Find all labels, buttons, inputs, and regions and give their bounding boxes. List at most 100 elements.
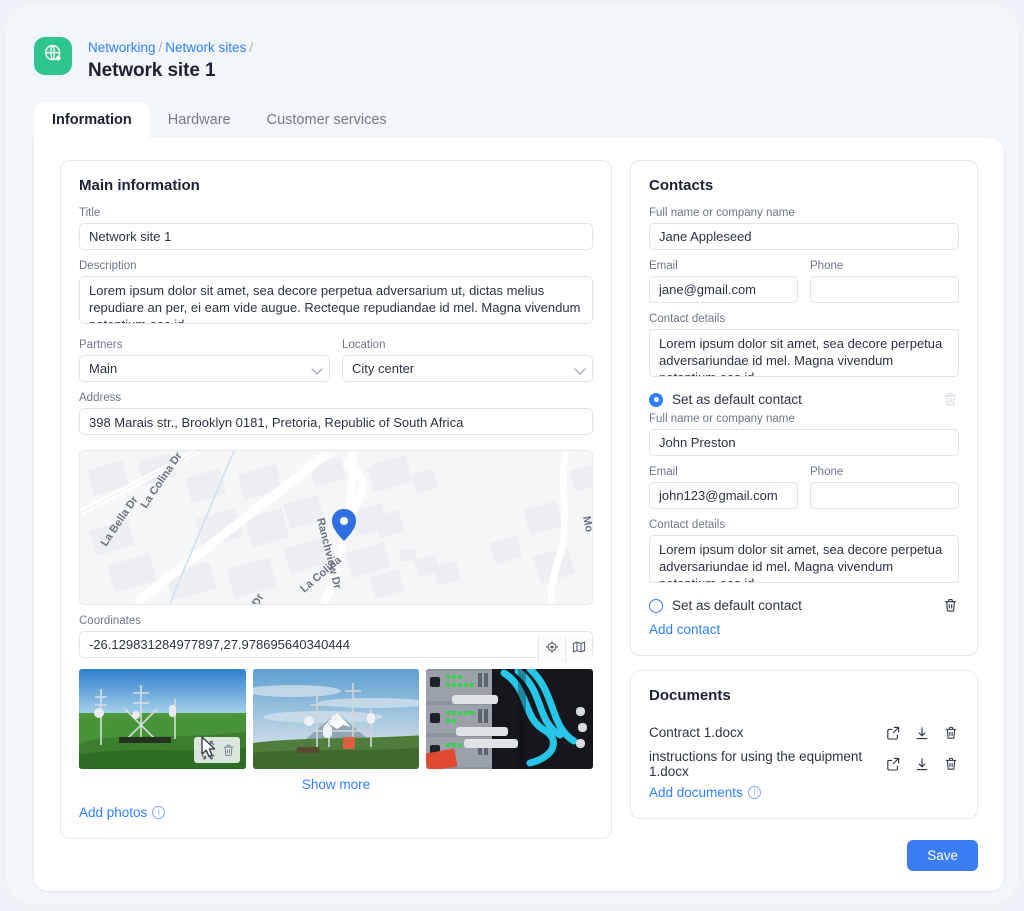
address-label: Address [79,392,122,404]
breadcrumb-separator-1: / [158,40,163,55]
contact-default-row: Set as default contact [649,392,959,407]
contact-details-label: Contact details [649,313,726,325]
contact-email-input[interactable] [649,276,798,303]
page-title: Network site 1 [88,60,216,81]
contact-details-label: Contact details [649,519,726,531]
contact-default-row: Set as default contact [649,598,959,613]
download-icon[interactable] [914,725,930,741]
contact-item: Full name or company name Email Phone [649,207,959,407]
add-documents-label: Add documents [649,785,743,800]
location-map[interactable]: La Bella Dr La Colina Dr La Colina Dr Ra… [79,450,593,605]
contact-name-input[interactable] [649,429,959,456]
info-icon[interactable]: i [747,786,761,799]
photo-hover-actions [193,737,240,763]
main-information-title: Main information [79,177,200,194]
coordinates-field: Coordinates [79,615,593,662]
contact-name-label: Full name or company name [649,207,795,219]
coordinates-label: Coordinates [79,615,142,627]
description-label: Description [79,260,137,272]
trash-icon[interactable] [943,756,959,772]
contact-name-field: Full name or company name [649,207,959,250]
contact-phone-field: Phone [810,466,959,509]
contact-email-input[interactable] [649,482,798,509]
document-row: instructions for using the equipment 1.d… [649,748,959,779]
trash-icon[interactable] [221,743,236,758]
contact-phone-input[interactable] [810,482,959,509]
contact-email-label: Email [649,466,678,478]
contact-details-field: Contact details Lorem ipsum dolor sit am… [649,519,959,588]
tab-information[interactable]: Information [34,102,150,138]
main-information-panel: Main information Title Description Lorem… [60,160,612,839]
tab-customer-services[interactable]: Customer services [249,102,405,138]
info-icon[interactable]: i [152,806,166,819]
information-tab-panel: Main information Title Description Lorem… [34,138,1004,891]
tab-hardware[interactable]: Hardware [150,102,249,138]
breadcrumb: Networking / Network sites / [88,40,256,55]
address-textarea[interactable]: 398 Marais str., Brooklyn 0181, Pretoria… [79,408,593,435]
coordinates-input[interactable] [79,631,593,658]
form-footer: Save [907,840,978,871]
photo-thumbnail[interactable] [426,669,594,769]
photo-thumbnail[interactable] [252,669,420,769]
location-field: Location [342,339,593,382]
set-default-contact-radio[interactable] [649,392,663,407]
globe-network-icon [43,43,64,69]
add-contact-link[interactable]: Add contact [649,622,959,637]
description-textarea[interactable]: Lorem ipsum dolor sit amet, sea decore p… [79,276,593,324]
delete-contact-button[interactable] [942,391,959,413]
document-name: instructions for using the equipment 1.d… [649,748,863,779]
description-field: Description Lorem ipsum dolor sit amet, … [79,260,593,329]
breadcrumb-separator-2: / [249,40,254,55]
location-select[interactable] [342,355,593,382]
map-fold-icon [572,640,586,659]
show-more-photos-link[interactable]: Show more [79,777,593,792]
address-field: Address 398 Marais str., Brooklyn 0181, … [79,392,593,440]
contact-details-textarea[interactable]: Lorem ipsum dolor sit amet, sea decore p… [649,329,959,377]
set-default-contact-label: Set as default contact [672,392,802,407]
contact-name-label: Full name or company name [649,413,795,425]
documents-title: Documents [649,687,731,704]
trash-icon[interactable] [943,725,959,741]
delete-contact-button[interactable] [942,597,959,619]
add-documents-link[interactable]: Add documents i [649,785,959,800]
title-field: Title [79,207,593,250]
contacts-title: Contacts [649,177,714,194]
contact-email-field: Email [649,466,798,509]
contact-phone-field: Phone [810,260,959,303]
contact-phone-label: Phone [810,466,844,478]
page-frame: Networking / Network sites / Network site 1… [6,6,1018,905]
breadcrumb-item-network-sites[interactable]: Network sites [165,40,246,55]
contact-email-label: Email [649,260,678,272]
add-photos-link[interactable]: Add photos i [79,805,593,820]
page-header: Networking / Network sites / Network site 1 [20,20,1004,94]
document-name: Contract 1.docx [649,725,744,740]
partners-field: Partners [79,339,330,382]
tab-customer-services-label: Customer services [266,112,387,128]
open-external-icon[interactable] [885,756,901,772]
target-crosshair-icon [545,640,559,659]
title-label: Title [79,207,101,219]
set-default-contact-radio[interactable] [649,598,663,613]
photo-thumbnail[interactable] [79,669,246,769]
open-external-icon[interactable] [885,725,901,741]
title-input[interactable] [79,223,593,250]
tab-hardware-label: Hardware [167,112,231,128]
breadcrumb-item-networking[interactable]: Networking [88,40,156,55]
location-label: Location [342,339,386,351]
download-icon[interactable] [914,756,930,772]
save-button[interactable]: Save [907,840,978,871]
contact-name-input[interactable] [649,223,959,250]
add-photos-label: Add photos [79,805,148,820]
partners-select[interactable] [79,355,330,382]
contact-email-field: Email [649,260,798,303]
document-row: Contract 1.docx [649,717,959,748]
expand-fullscreen-icon[interactable] [198,740,218,760]
partners-label: Partners [79,339,123,351]
locate-me-button[interactable] [538,637,565,662]
contact-phone-input[interactable] [810,276,959,303]
documents-panel: Documents Contract 1.docx instructions f… [630,670,978,819]
tab-bar: Information Hardware Customer services [34,102,1004,138]
contact-details-textarea[interactable]: Lorem ipsum dolor sit amet, sea decore p… [649,535,959,583]
open-map-button[interactable] [565,637,592,662]
set-default-contact-label: Set as default contact [672,598,802,613]
